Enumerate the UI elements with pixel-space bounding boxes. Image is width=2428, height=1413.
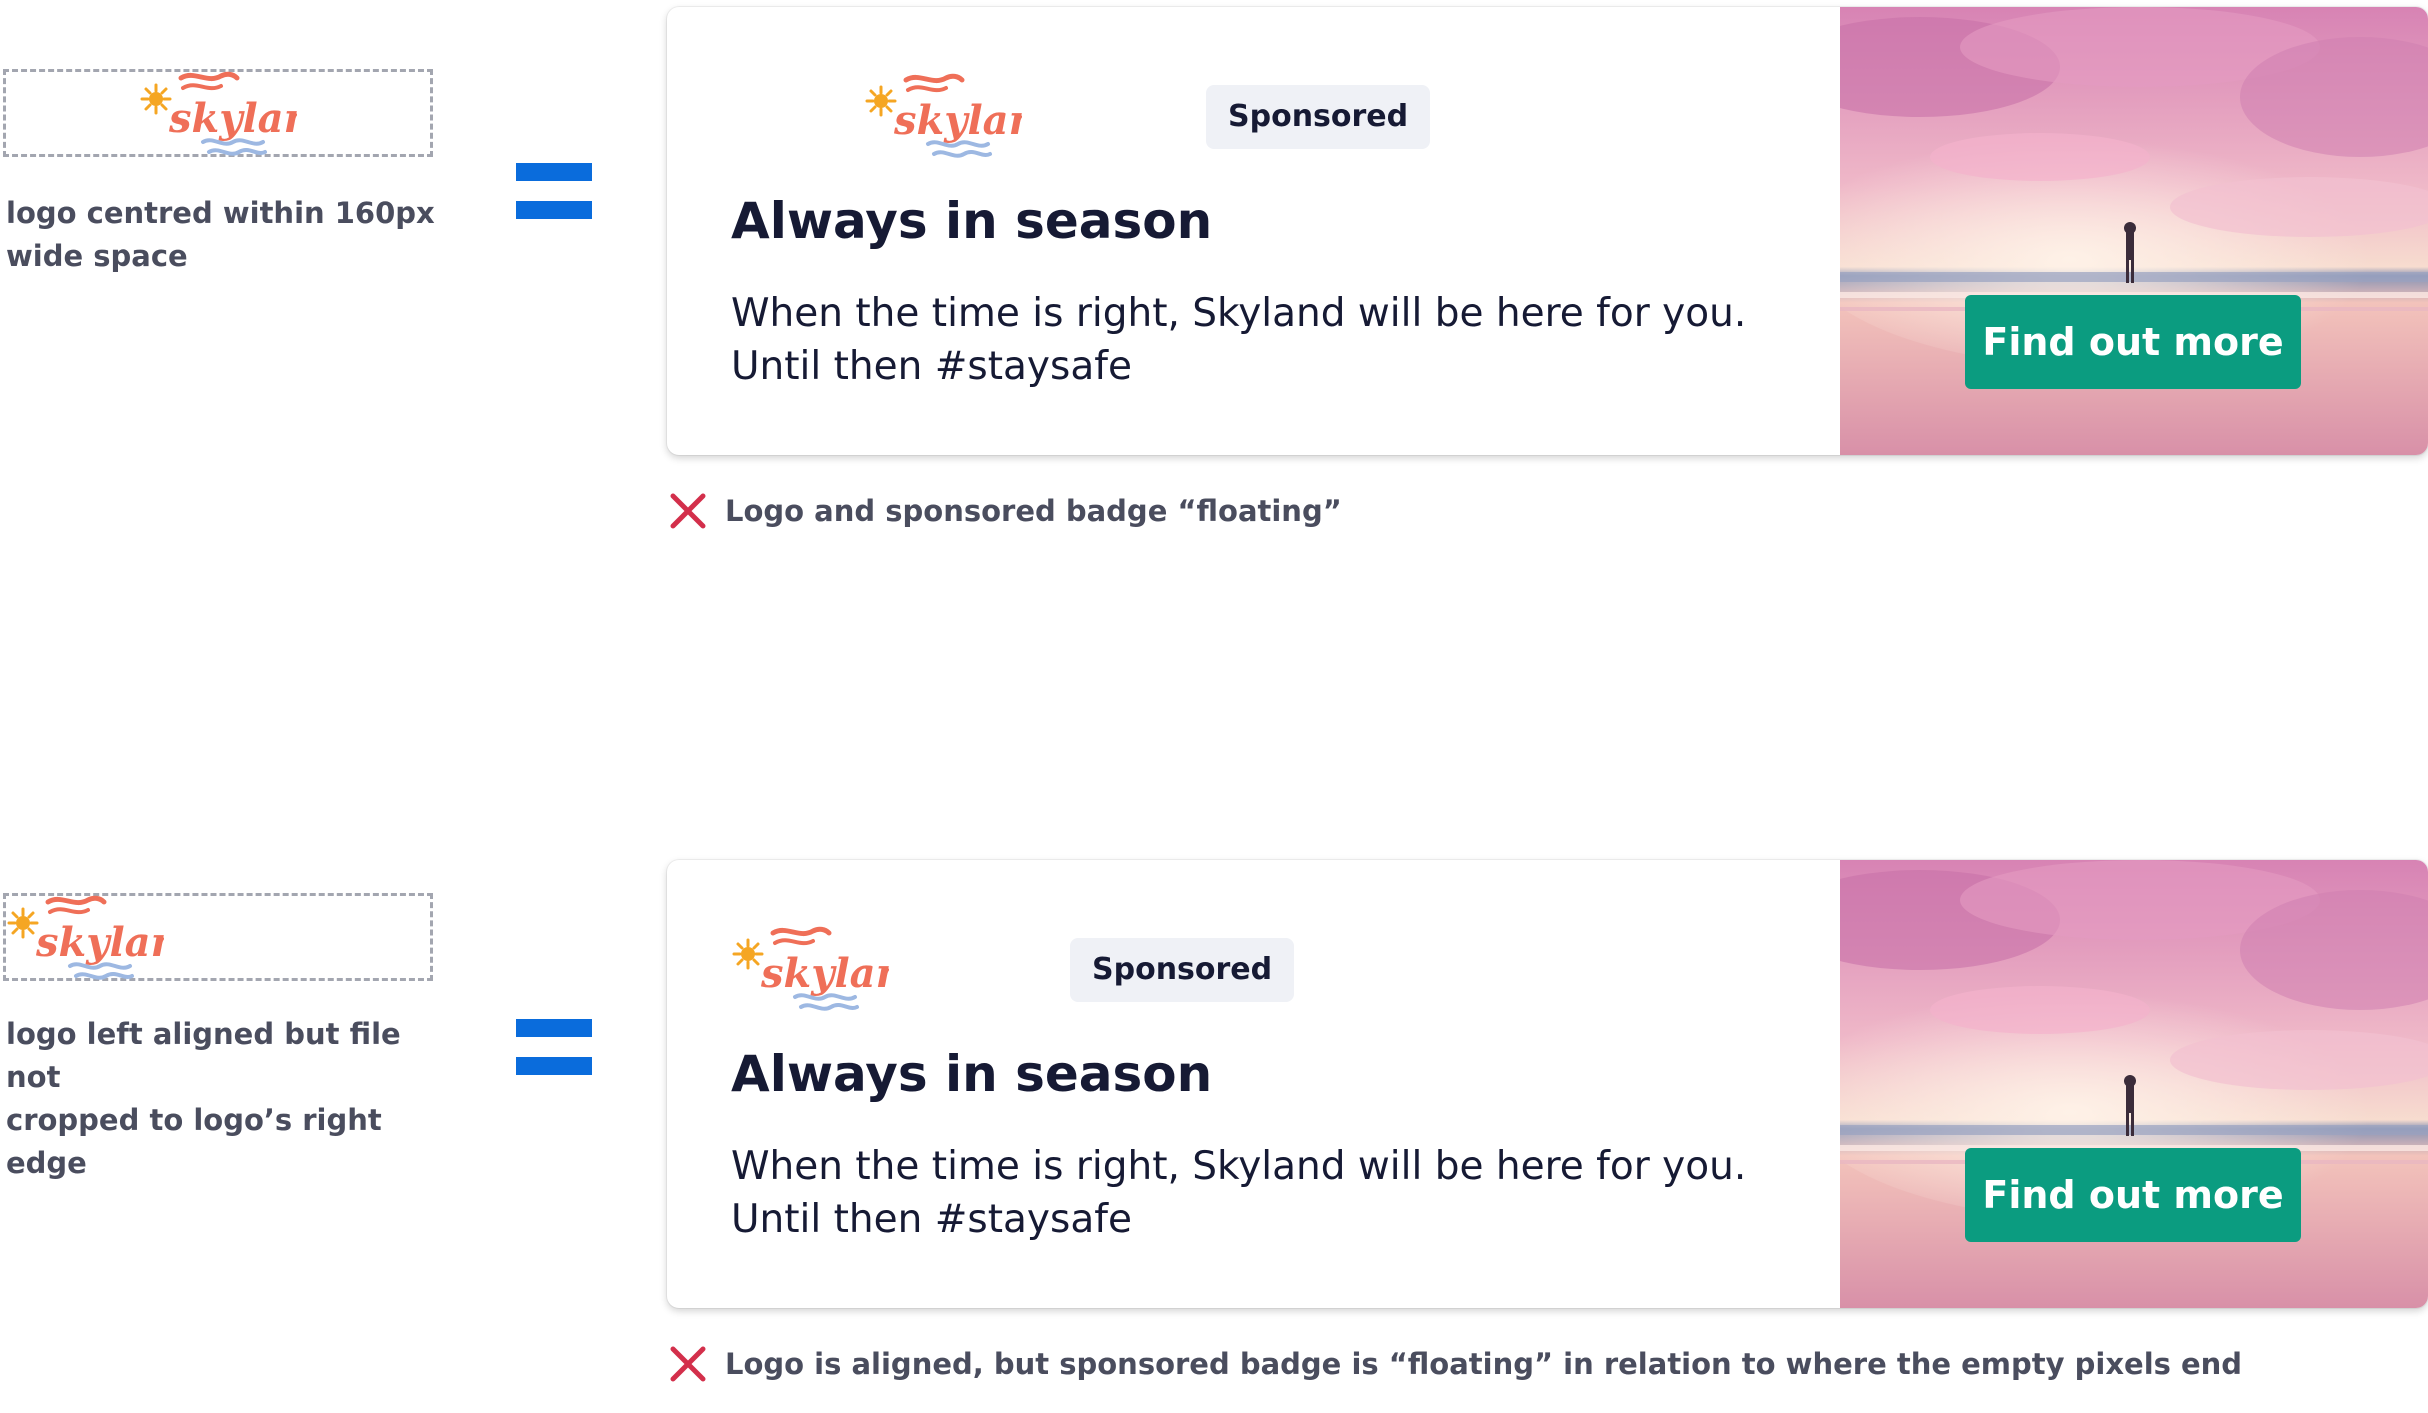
sponsored-badge: Sponsored: [1070, 938, 1295, 1002]
skyland-logo: [729, 921, 889, 1013]
equals-icon: [516, 163, 592, 219]
cross-icon: [669, 1345, 707, 1383]
logo-spacing-diagram: [3, 893, 433, 981]
skyland-logo: [137, 66, 297, 158]
cross-icon: [669, 492, 707, 530]
ad-banner[interactable]: Sponsored Always in season When the time…: [667, 7, 2428, 455]
skyland-logo: [4, 890, 164, 982]
ad-banner[interactable]: Sponsored Always in season When the time…: [667, 860, 2428, 1308]
sponsored-badge: Sponsored: [1206, 85, 1431, 149]
note-text: Logo is aligned, but sponsored badge is …: [725, 1347, 2243, 1381]
diagram-caption: logo centred within 160px wide space: [6, 196, 435, 273]
ad-headline: Always in season: [731, 192, 1213, 250]
ad-body: When the time is right, Skyland will be …: [731, 1144, 1747, 1242]
diagram-caption: logo left aligned but file not cropped t…: [6, 1017, 401, 1180]
example-logo-left-uncropped: logo left aligned but file not cropped t…: [0, 853, 2428, 1413]
ad-body: When the time is right, Skyland will be …: [731, 291, 1747, 389]
note-text: Logo and sponsored badge “floating”: [725, 494, 1342, 528]
find-out-more-button[interactable]: Find out more: [1965, 1148, 2301, 1242]
logo-spacing-diagram: [3, 69, 433, 157]
ad-headline: Always in season: [731, 1045, 1213, 1103]
equals-icon: [516, 1019, 592, 1075]
find-out-more-button[interactable]: Find out more: [1965, 295, 2301, 389]
skyland-logo: [862, 68, 1022, 160]
example-logo-centred: logo centred within 160px wide space Spo…: [0, 0, 2428, 560]
